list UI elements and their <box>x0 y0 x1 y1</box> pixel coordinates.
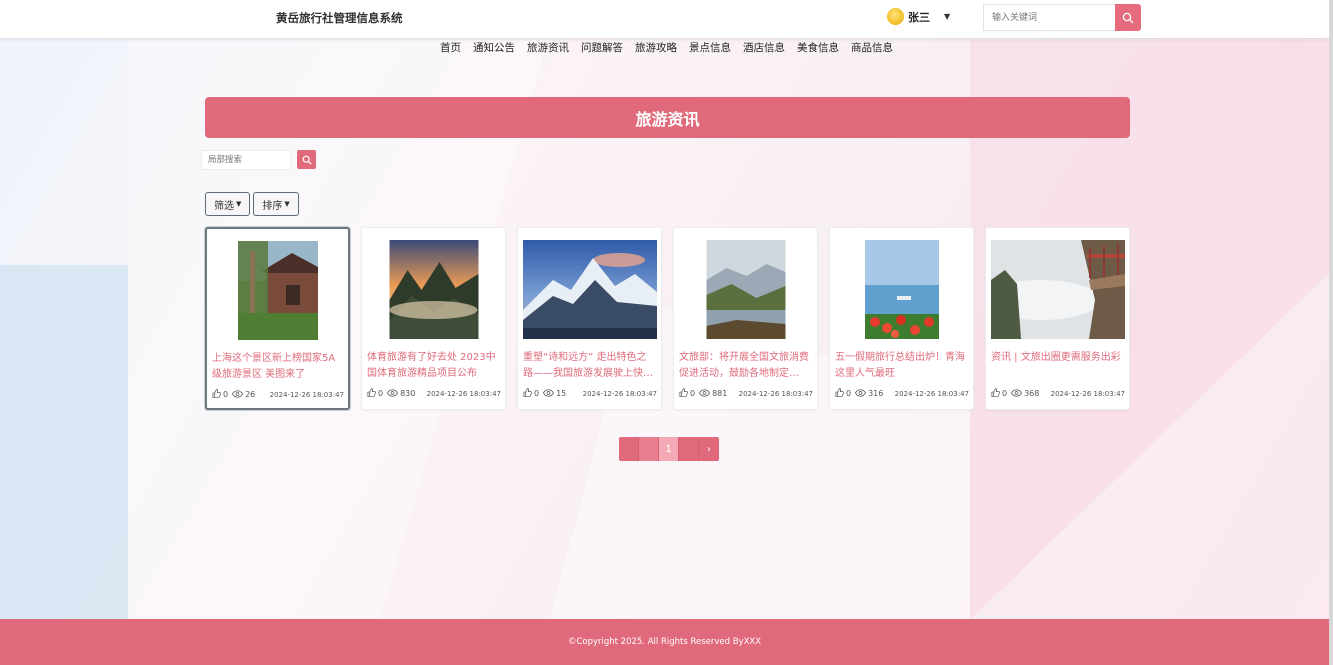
eye-icon <box>855 388 867 399</box>
nav-item-food[interactable]: 美食信息 <box>797 40 839 55</box>
caret-down-icon: ▼ <box>284 200 290 208</box>
search-button[interactable] <box>1115 4 1141 31</box>
page-title: 旅游资讯 <box>635 109 700 129</box>
view-count: 15 <box>556 389 567 398</box>
search-icon <box>1122 12 1134 23</box>
view-count: 830 <box>400 389 416 398</box>
publish-time: 2024-12-26 18:03:47 <box>426 389 501 398</box>
thumbs-up-icon <box>991 388 1000 399</box>
news-thumbnail[interactable] <box>522 240 657 339</box>
news-card[interactable]: 体育旅游有了好去处 2023中国体育旅游精品项目公布 0 830 2024-12… <box>361 227 506 410</box>
nav-item-travel-news[interactable]: 旅游资讯 <box>527 40 569 55</box>
sort-label: 排序 <box>262 200 283 212</box>
local-search-input[interactable] <box>201 150 291 170</box>
view-count: 368 <box>1024 389 1040 398</box>
filter-label: 筛选 <box>214 200 234 212</box>
filter-bar: 筛选 ▼ 排序 ▼ <box>205 192 299 216</box>
nav-item-qa[interactable]: 问题解答 <box>581 40 623 55</box>
global-search <box>983 4 1141 31</box>
eye-icon <box>699 388 711 399</box>
news-card[interactable]: 资讯 | 文旅出圈更需服务出彩 0 368 2024-12-26 18:03:4… <box>985 227 1130 410</box>
avatar <box>887 8 904 25</box>
view-count: 881 <box>712 389 728 398</box>
thumbs-up-icon <box>679 388 688 399</box>
news-thumbnail[interactable] <box>389 240 478 339</box>
news-title[interactable]: 重塑“诗和远方” 走出特色之路——我国旅游发展驶上快… <box>523 350 656 382</box>
news-list: 上海这个景区新上榜国家5A级旅游景区 美图来了 0 26 2024-12-26 … <box>205 227 1130 410</box>
page-next-button[interactable] <box>679 437 699 461</box>
footer: ©Copyright 2025. All Rights Reserved ByX… <box>0 619 1329 665</box>
copyright-text: ©Copyright 2025. All Rights Reserved ByX… <box>567 637 762 647</box>
nav-item-notices[interactable]: 通知公告 <box>473 40 515 55</box>
publish-time: 2024-12-26 18:03:47 <box>894 389 969 398</box>
news-meta: 0 368 2024-12-26 18:03:47 <box>991 388 1125 399</box>
news-meta: 0 26 2024-12-26 18:03:47 <box>212 389 344 400</box>
site-title: 黄岳旅行社管理信息系统 <box>276 11 403 25</box>
like-count: 0 <box>1002 389 1008 398</box>
like-count: 0 <box>846 389 852 398</box>
page-number-current[interactable]: 1 <box>659 437 679 461</box>
publish-time: 2024-12-26 18:03:47 <box>738 389 813 398</box>
news-title[interactable]: 资讯 | 文旅出圈更需服务出彩 <box>991 350 1124 382</box>
user-name: 张三 <box>908 10 930 24</box>
eye-icon <box>1011 388 1023 399</box>
news-meta: 0 316 2024-12-26 18:03:47 <box>835 388 969 399</box>
background-panel <box>0 265 128 620</box>
like-count: 0 <box>378 389 384 398</box>
nav-item-home[interactable]: 首页 <box>440 40 461 55</box>
page-prev-button[interactable] <box>639 437 659 461</box>
eye-icon <box>232 389 244 400</box>
news-title[interactable]: 上海这个景区新上榜国家5A级旅游景区 美图来了 <box>212 351 343 383</box>
thumbs-up-icon <box>835 388 844 399</box>
news-meta: 0 881 2024-12-26 18:03:47 <box>679 388 813 399</box>
top-bar: 黄岳旅行社管理信息系统 张三 ▼ <box>0 0 1329 38</box>
chevron-right-icon: › <box>707 443 711 455</box>
eye-icon <box>543 388 555 399</box>
caret-down-icon: ▼ <box>236 200 242 208</box>
news-thumbnail[interactable] <box>864 240 939 339</box>
nav-item-products[interactable]: 商品信息 <box>851 40 893 55</box>
nav-item-hotels[interactable]: 酒店信息 <box>743 40 785 55</box>
thumbs-up-icon <box>523 388 532 399</box>
thumbs-up-icon <box>212 389 221 400</box>
news-card[interactable]: 文旅部：将开展全国文旅消费促进活动，鼓励各地制定… 0 881 2024-12-… <box>673 227 818 410</box>
news-thumbnail[interactable] <box>237 241 318 340</box>
like-count: 0 <box>534 389 540 398</box>
user-menu[interactable]: 张三 ▼ <box>887 8 950 25</box>
news-title[interactable]: 文旅部：将开展全国文旅消费促进活动，鼓励各地制定… <box>679 350 812 382</box>
page-last-button[interactable]: › <box>699 437 719 461</box>
eye-icon <box>387 388 399 399</box>
sort-dropdown[interactable]: 排序 ▼ <box>253 192 299 216</box>
news-title[interactable]: 五一假期旅行总结出炉！青海这里人气最旺 <box>835 350 968 382</box>
news-card[interactable]: 上海这个景区新上榜国家5A级旅游景区 美图来了 0 26 2024-12-26 … <box>205 227 350 410</box>
view-count: 26 <box>245 390 256 399</box>
nav-item-attractions[interactable]: 景点信息 <box>689 40 731 55</box>
news-title[interactable]: 体育旅游有了好去处 2023中国体育旅游精品项目公布 <box>367 350 500 382</box>
thumbs-up-icon <box>367 388 376 399</box>
view-count: 316 <box>868 389 884 398</box>
news-card[interactable]: 重塑“诗和远方” 走出特色之路——我国旅游发展驶上快… 0 15 2024-12… <box>517 227 662 410</box>
scrollbar[interactable] <box>1329 0 1333 665</box>
caret-down-icon[interactable]: ▼ <box>944 12 950 21</box>
local-search <box>201 150 316 170</box>
local-search-button[interactable] <box>297 150 316 169</box>
news-thumbnail[interactable] <box>990 240 1125 339</box>
news-meta: 0 830 2024-12-26 18:03:47 <box>367 388 501 399</box>
filter-dropdown[interactable]: 筛选 ▼ <box>205 192 251 216</box>
page-banner: 旅游资讯 <box>205 97 1130 138</box>
search-icon <box>302 155 312 165</box>
page-first-button[interactable] <box>619 437 639 461</box>
main-nav: 首页 通知公告 旅游资讯 问题解答 旅游攻略 景点信息 酒店信息 美食信息 商品… <box>0 40 1329 55</box>
nav-item-guides[interactable]: 旅游攻略 <box>635 40 677 55</box>
like-count: 0 <box>223 390 229 399</box>
search-input[interactable] <box>983 4 1115 31</box>
publish-time: 2024-12-26 18:03:47 <box>1050 389 1125 398</box>
publish-time: 2024-12-26 18:03:47 <box>269 390 344 399</box>
news-thumbnail[interactable] <box>706 240 785 339</box>
publish-time: 2024-12-26 18:03:47 <box>582 389 657 398</box>
pagination: 1 › <box>619 437 719 461</box>
news-card[interactable]: 五一假期旅行总结出炉！青海这里人气最旺 0 316 2024-12-26 18:… <box>829 227 974 410</box>
news-meta: 0 15 2024-12-26 18:03:47 <box>523 388 657 399</box>
like-count: 0 <box>690 389 696 398</box>
